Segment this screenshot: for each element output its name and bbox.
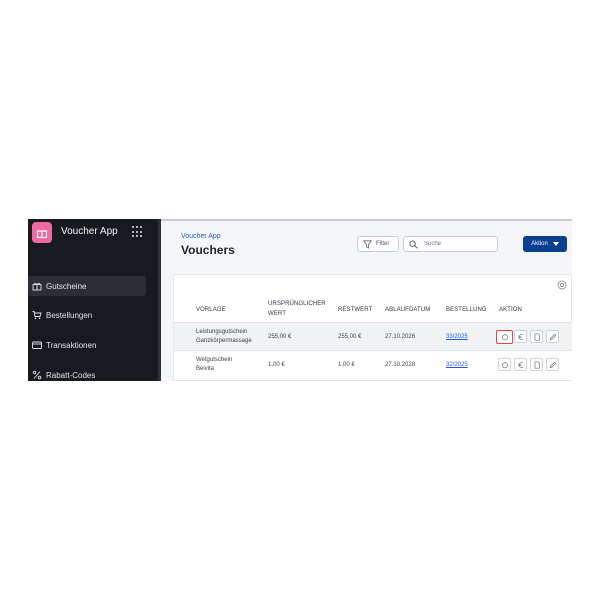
- main-content: Voucher App Vouchers Filter Aktion VORLA…: [161, 221, 572, 381]
- cell-original-value: 1,00 €: [268, 362, 285, 368]
- payout-button[interactable]: [514, 330, 527, 343]
- column-header-urspruenglicher-wert[interactable]: URSPRÜNGLICHER WERT: [268, 299, 326, 319]
- sidebar-item-label: Bestellungen: [46, 310, 93, 320]
- edit-button[interactable]: [546, 358, 559, 371]
- cart-icon: [32, 311, 42, 320]
- sidebar-item-label: Gutscheine: [46, 281, 87, 291]
- column-settings-icon[interactable]: [557, 280, 567, 290]
- sidebar-item-rabatt-codes[interactable]: Rabatt-Codes: [28, 365, 146, 381]
- row-actions: [498, 358, 562, 371]
- table-row[interactable]: Leistungsgutschein Ganzkörpermassage 255…: [174, 322, 572, 351]
- template-name-line: Wetgutschein: [196, 357, 233, 363]
- cell-remaining-value: 1,00 €: [338, 362, 355, 368]
- edit-icon: [549, 361, 556, 368]
- payout-button[interactable]: [514, 358, 527, 371]
- action-dropdown-button[interactable]: Aktion: [523, 236, 567, 252]
- column-header-restwert[interactable]: RESTWERT: [338, 305, 372, 315]
- sidebar-item-label: Rabatt-Codes: [46, 370, 96, 380]
- app-logo-icon[interactable]: [32, 222, 52, 243]
- sidebar-item-gutscheine[interactable]: Gutscheine: [28, 276, 146, 296]
- order-link[interactable]: 32/2025: [446, 361, 468, 370]
- page-title: Vouchers: [181, 243, 235, 257]
- column-header-vorlage[interactable]: VORLAGE: [196, 305, 226, 315]
- sidebar: Voucher App Gutscheine Bestellungen Tran…: [28, 219, 158, 381]
- cell-expiry-date: 27.10.2026: [385, 334, 416, 340]
- search-input[interactable]: [424, 241, 494, 247]
- percent-icon: [32, 370, 42, 380]
- filter-icon: [363, 240, 372, 249]
- card-icon: [32, 341, 42, 349]
- cell-remaining-value: 255,00 €: [338, 334, 362, 340]
- sidebar-item-transaktionen[interactable]: Transaktionen: [28, 335, 146, 355]
- euro-icon: [517, 333, 523, 340]
- cell-template: Wetgutschein Beivita: [196, 356, 232, 374]
- column-header-line: URSPRÜNGLICHER: [268, 301, 326, 307]
- cell-template: Leistungsgutschein Ganzkörpermassage: [196, 328, 252, 346]
- app-name: Voucher App: [61, 226, 118, 237]
- document-icon: [534, 332, 540, 341]
- edit-icon: [549, 333, 556, 340]
- redeem-button[interactable]: [498, 358, 511, 371]
- gift-icon: [32, 282, 42, 291]
- redeem-icon: [501, 361, 508, 368]
- redeem-button[interactable]: [496, 330, 513, 344]
- app-window: Voucher App Gutscheine Bestellungen Tran…: [28, 219, 572, 381]
- euro-icon: [517, 361, 523, 368]
- table-row[interactable]: Wetgutschein Beivita 1,00 € 1,00 € 27.10…: [174, 351, 572, 380]
- cell-original-value: 255,00 €: [268, 334, 292, 340]
- sidebar-item-bestellungen[interactable]: Bestellungen: [28, 305, 146, 325]
- apps-grid-icon[interactable]: [132, 226, 144, 238]
- cell-expiry-date: 27.10.2028: [385, 362, 416, 368]
- document-button[interactable]: [530, 330, 543, 343]
- order-link[interactable]: 33/2025: [446, 333, 468, 342]
- column-header-aktion: AKTION: [499, 307, 522, 313]
- column-header-line: WERT: [268, 311, 286, 317]
- chevron-down-icon: [552, 242, 559, 246]
- filter-button[interactable]: Filter: [357, 236, 399, 252]
- filter-label: Filter: [376, 241, 390, 247]
- column-header-ablaufdatum[interactable]: ABLAUFDATUM: [385, 305, 430, 315]
- search-field[interactable]: [403, 236, 498, 252]
- template-name-line: Ganzkörpermassage: [196, 338, 252, 344]
- document-button[interactable]: [530, 358, 543, 371]
- breadcrumb[interactable]: Voucher App: [181, 233, 221, 240]
- edit-button[interactable]: [546, 330, 559, 343]
- vouchers-table-card: VORLAGE URSPRÜNGLICHER WERT RESTWERT ABL…: [173, 274, 572, 381]
- row-actions: [496, 330, 562, 344]
- sidebar-item-label: Transaktionen: [46, 340, 97, 350]
- template-name-line: Leistungsgutschein: [196, 329, 248, 335]
- search-icon: [409, 239, 418, 249]
- document-icon: [534, 360, 540, 369]
- redeem-icon: [501, 334, 508, 341]
- action-button-label: Aktion: [531, 241, 548, 247]
- column-header-bestellung[interactable]: BESTELLUNG: [446, 305, 487, 315]
- template-name-line: Beivita: [196, 366, 215, 372]
